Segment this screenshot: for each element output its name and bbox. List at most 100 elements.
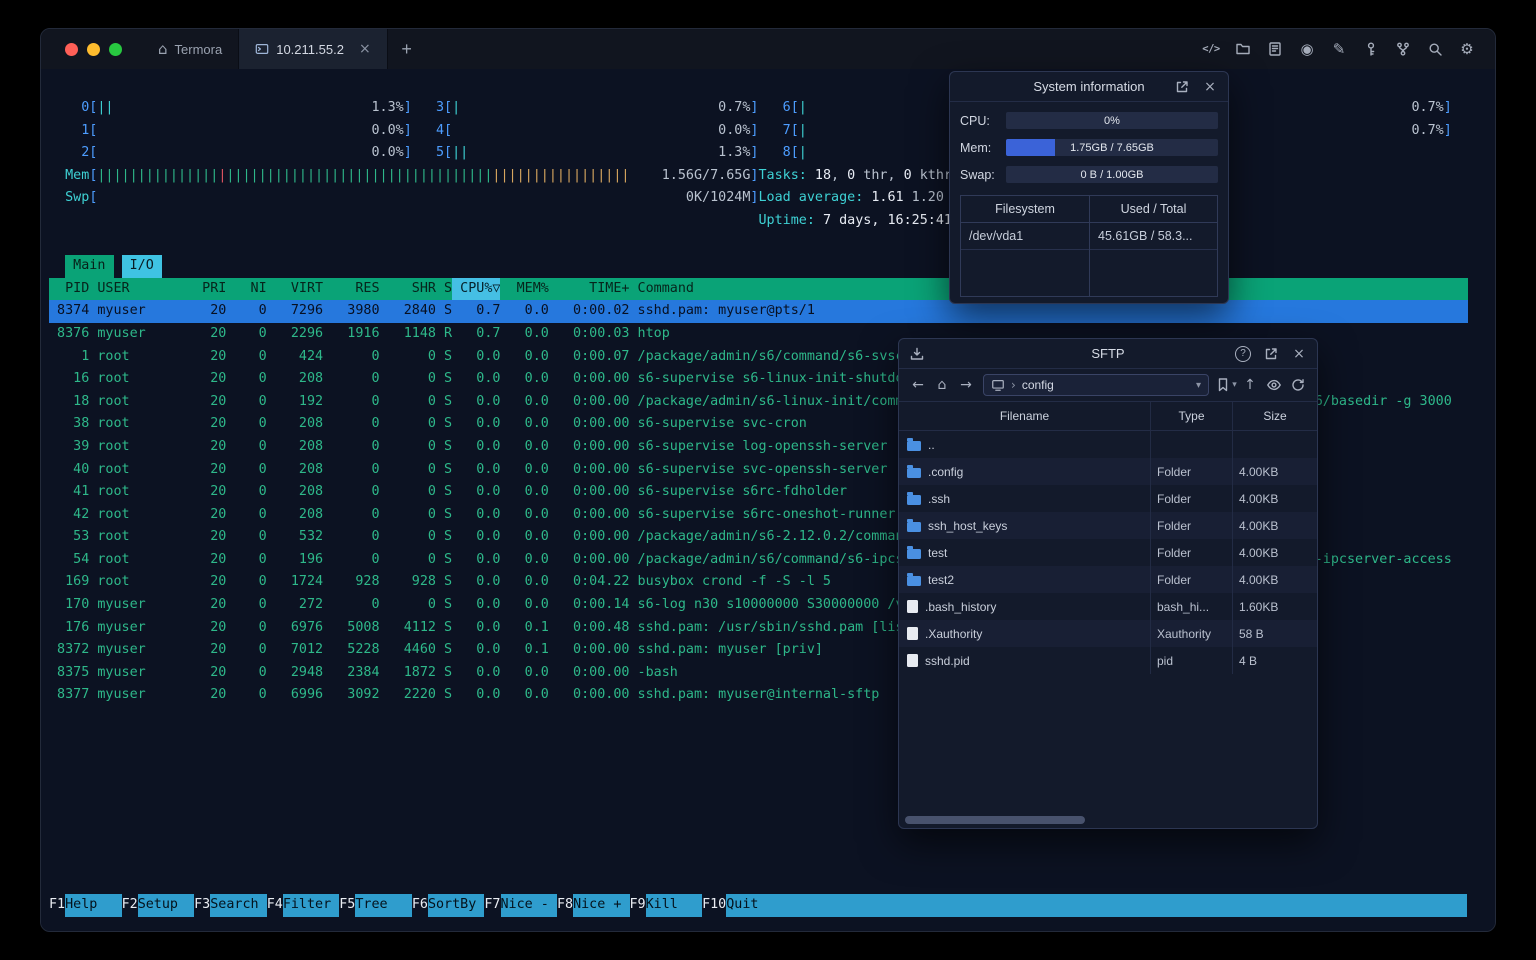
file-row[interactable]: .Xauthority Xauthority 58 B [899,620,1317,647]
cpu-bar: 0% [1006,112,1218,129]
terminal-line: 1[ 0.0%] 4[ 0.0%] 7[| 0.7%] [81,122,1452,138]
file-row[interactable]: .ssh Folder 4.00KB [899,485,1317,512]
file-size: 4.00KB [1239,518,1279,533]
filesystem-name: /dev/vda1 [961,223,1089,250]
panel-left-icons [908,345,926,363]
terminal-line: Uptime: 7 days, 16:25:41 [758,212,952,228]
search-icon[interactable] [1425,39,1445,59]
fn-kill[interactable]: Kill [645,894,703,917]
file-size: 4.00KB [1239,491,1279,506]
fn-setup[interactable]: Setup [137,894,195,917]
column-type[interactable]: Type [1151,402,1233,430]
fn-filter[interactable]: Filter [282,894,340,917]
swap-bar: 0 B / 1.00GB [1006,166,1218,183]
terminal-icon [255,42,269,56]
column-size[interactable]: Size [1233,402,1317,430]
fn-key: F10 [702,897,727,913]
new-tab-button[interactable]: + [388,29,426,69]
close-icon[interactable]: × [1290,345,1308,363]
fn-quit[interactable]: Quit [726,894,759,917]
mem-label: Mem: [960,140,992,155]
branch-icon[interactable] [1393,39,1413,59]
back-icon[interactable]: ← [907,374,929,396]
home-icon: ⌂ [158,39,168,58]
tab-termora-home[interactable]: ⌂ Termora [142,29,238,69]
file-size: 4 B [1239,653,1258,668]
fn-nice-[interactable]: Nice + [573,894,630,917]
swap-meter: Swap: 0 B / 1.00GB [960,166,1218,183]
forward-icon[interactable]: → [955,374,977,396]
file-row[interactable]: test2 Folder 4.00KB [899,566,1317,593]
column-used-total: Used / Total [1090,196,1217,223]
zoom-window-button[interactable] [109,42,122,56]
tab-ssh-session[interactable]: 10.211.55.2 × [238,29,388,69]
minimize-window-button[interactable] [87,42,100,56]
file-type: Folder [1151,512,1233,539]
up-icon[interactable]: ↑ [1239,374,1261,396]
record-icon[interactable]: ◉ [1297,39,1317,59]
open-in-new-icon[interactable] [1262,345,1280,363]
edit-icon[interactable]: ✎ [1329,39,1349,59]
file-list: .. .config Folder 4.00KB .ssh Folder 4.00KB ssh… [899,431,1317,674]
fn-key: F8 [556,897,574,913]
bookmark-icon[interactable]: ▾ [1215,374,1237,396]
file-type: Folder [1151,566,1233,593]
scrollbar-thumb[interactable] [905,816,1086,824]
file-type: bash_hi... [1151,593,1233,620]
home-icon[interactable]: ⌂ [931,374,953,396]
help-icon[interactable]: ? [1234,345,1252,363]
key-icon[interactable] [1361,39,1381,59]
process-row[interactable]: 8374 myuser 20 0 7296 3980 2840 S 0.7 0.… [49,300,1495,323]
download-icon[interactable] [908,345,926,363]
show-hidden-icon[interactable] [1263,374,1285,396]
fn-sortby[interactable]: SortBy [427,894,485,917]
file-row[interactable]: .. [899,431,1317,458]
open-in-new-icon[interactable] [1173,78,1191,96]
mem-meter: Mem: 1.75GB / 7.65GB [960,139,1218,156]
fn-key: F6 [411,897,428,913]
fn-nice-[interactable]: Nice - [500,894,557,917]
path-breadcrumb[interactable]: › config ▾ [983,374,1209,396]
fn-key: F1 [49,897,66,913]
code-icon[interactable]: </> [1201,39,1221,59]
window-controls [41,29,142,69]
tab-label: Termora [174,41,223,57]
close-icon[interactable]: × [1201,78,1219,96]
horizontal-scrollbar[interactable] [903,816,1313,824]
log-icon[interactable] [1265,39,1285,59]
file-size: 1.60KB [1239,599,1279,614]
file-size: 58 B [1239,626,1264,641]
file-name: sshd.pid [925,653,970,668]
terminal-line: 2[ 0.0%] 5[|| 1.3%] 8[| ] [81,145,992,161]
file-row[interactable]: .bash_history bash_hi... 1.60KB [899,593,1317,620]
cpu-meter: CPU: 0% [960,112,1218,129]
breadcrumb-folder[interactable]: config [1022,378,1054,392]
refresh-icon[interactable] [1287,374,1309,396]
file-size: 4.00KB [1239,572,1279,587]
file-size: 4.00KB [1239,545,1279,560]
file-row[interactable]: sshd.pid pid 4 B [899,647,1317,674]
file-row[interactable]: .config Folder 4.00KB [899,458,1317,485]
fn-key: F4 [266,897,283,913]
computer-icon [991,378,1005,392]
tab-label: 10.211.55.2 [276,41,344,57]
file-name: test2 [928,572,955,587]
close-tab-icon[interactable]: × [359,41,371,57]
fn-search[interactable]: Search [210,894,267,917]
fn-tree[interactable]: Tree [355,894,412,917]
close-window-button[interactable] [65,42,78,56]
file-row[interactable]: ssh_host_keys Folder 4.00KB [899,512,1317,539]
terminal-line: Swp[ 0K/1024M]Load average: 1.61 1.20 0.… [65,190,985,206]
file-row[interactable]: test Folder 4.00KB [899,539,1317,566]
mem-value: 1.75GB / 7.65GB [1070,141,1154,154]
settings-icon[interactable]: ⚙ [1457,39,1477,59]
folder-icon[interactable] [1233,39,1253,59]
fn-help[interactable]: Help [65,894,122,917]
panel-titlebar: System information × [950,72,1228,102]
htop-function-bar: F1 Help F2 Setup F3 Search F4 Filter F5 Tree … [49,894,1467,917]
fn-bar-fill [758,894,1467,917]
column-filename[interactable]: Filename [899,402,1151,430]
chevron-down-icon[interactable]: ▾ [1196,380,1201,391]
panel-title-icons: ? × [1234,345,1308,363]
